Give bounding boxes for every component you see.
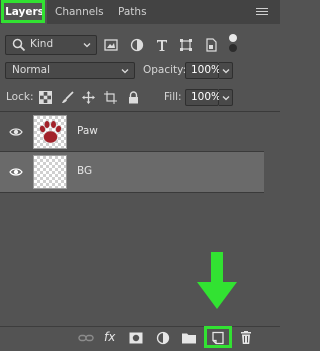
smart-object-filter-icon[interactable] <box>204 38 218 52</box>
fill-input[interactable]: 100% <box>185 89 222 106</box>
lock-artboard-icon[interactable] <box>104 91 117 104</box>
chevron-down-icon <box>222 69 230 74</box>
filter-kind-label: Kind <box>30 38 54 50</box>
eye-icon[interactable] <box>9 165 23 179</box>
layer-name: Paw <box>77 125 98 137</box>
layer-thumbnail <box>33 155 67 189</box>
fill-dropdown-button[interactable] <box>219 89 233 106</box>
tab-paths[interactable]: Paths <box>118 0 148 24</box>
new-layer-highlight <box>204 326 232 348</box>
layers-panel: Layers Channels Paths Kind Normal Opacit… <box>0 0 280 351</box>
layer-name: BG <box>77 165 93 177</box>
pixel-filter-icon[interactable] <box>104 38 118 52</box>
adjustment-layer-icon[interactable] <box>155 331 171 345</box>
shape-filter-icon[interactable] <box>179 38 193 52</box>
panel-menu-icon[interactable] <box>256 8 268 16</box>
filter-toggle[interactable] <box>229 34 237 54</box>
fx-icon[interactable]: fx <box>104 330 115 344</box>
add-mask-icon[interactable] <box>128 331 144 345</box>
eye-icon[interactable] <box>9 125 23 139</box>
fill-value: 100% <box>191 91 222 103</box>
paw-icon <box>39 120 62 144</box>
opacity-label: Opacity: <box>143 64 187 76</box>
blend-mode-select[interactable]: Normal <box>5 62 135 79</box>
opacity-dropdown-button[interactable] <box>219 62 233 79</box>
layer-thumbnail <box>33 115 67 149</box>
tab-layers-highlight <box>1 0 45 23</box>
layer-row-bg[interactable]: BG <box>0 152 264 192</box>
scrollbar-track[interactable] <box>264 112 280 330</box>
lock-label: Lock: <box>6 91 34 103</box>
fill-label: Fill: <box>164 91 182 103</box>
lock-image-pixels-icon[interactable] <box>61 91 74 104</box>
opacity-input[interactable]: 100% <box>185 62 222 79</box>
lock-position-icon[interactable] <box>82 91 95 104</box>
adjustment-filter-icon[interactable] <box>130 38 144 52</box>
blend-mode-value: Normal <box>12 64 50 76</box>
lock-transparent-pixels-icon[interactable] <box>39 91 52 104</box>
layer-row-paw[interactable]: Paw <box>0 112 264 152</box>
chevron-down-icon <box>222 96 230 101</box>
type-filter-icon[interactable] <box>155 38 169 52</box>
divider <box>0 192 280 193</box>
filter-kind-select[interactable]: Kind <box>5 35 97 55</box>
chevron-down-icon <box>121 69 129 74</box>
arrow-down-icon <box>197 252 237 309</box>
lock-all-icon[interactable] <box>127 91 140 104</box>
search-icon <box>12 38 26 52</box>
chevron-down-icon <box>83 43 91 48</box>
new-group-icon[interactable] <box>181 331 197 345</box>
tab-channels[interactable]: Channels <box>55 0 109 24</box>
delete-layer-icon[interactable] <box>238 331 254 345</box>
opacity-value: 100% <box>191 64 222 76</box>
link-layers-icon[interactable] <box>78 331 94 345</box>
panel-tab-bar: Layers Channels Paths <box>0 0 280 24</box>
